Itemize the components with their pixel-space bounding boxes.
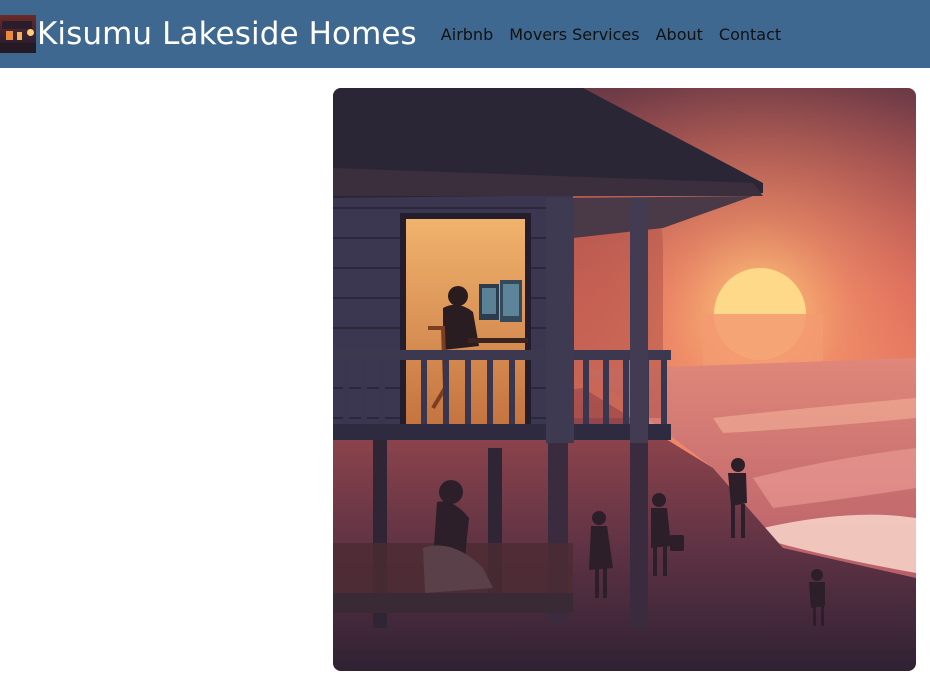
nav-link-movers-services[interactable]: Movers Services <box>509 25 639 44</box>
nav-link-contact[interactable]: Contact <box>719 25 781 44</box>
nav-link-about[interactable]: About <box>656 25 703 44</box>
brand-link[interactable]: Kisumu Lakeside Homes <box>0 0 417 68</box>
top-navbar: Kisumu Lakeside Homes Airbnb Movers Serv… <box>0 0 930 68</box>
brand-title: Kisumu Lakeside Homes <box>37 16 417 52</box>
lakeside-house-logo-icon <box>0 15 36 53</box>
nav-link-airbnb[interactable]: Airbnb <box>441 25 493 44</box>
hero-image <box>333 88 916 671</box>
nav-links: Airbnb Movers Services About Contact <box>441 25 797 44</box>
